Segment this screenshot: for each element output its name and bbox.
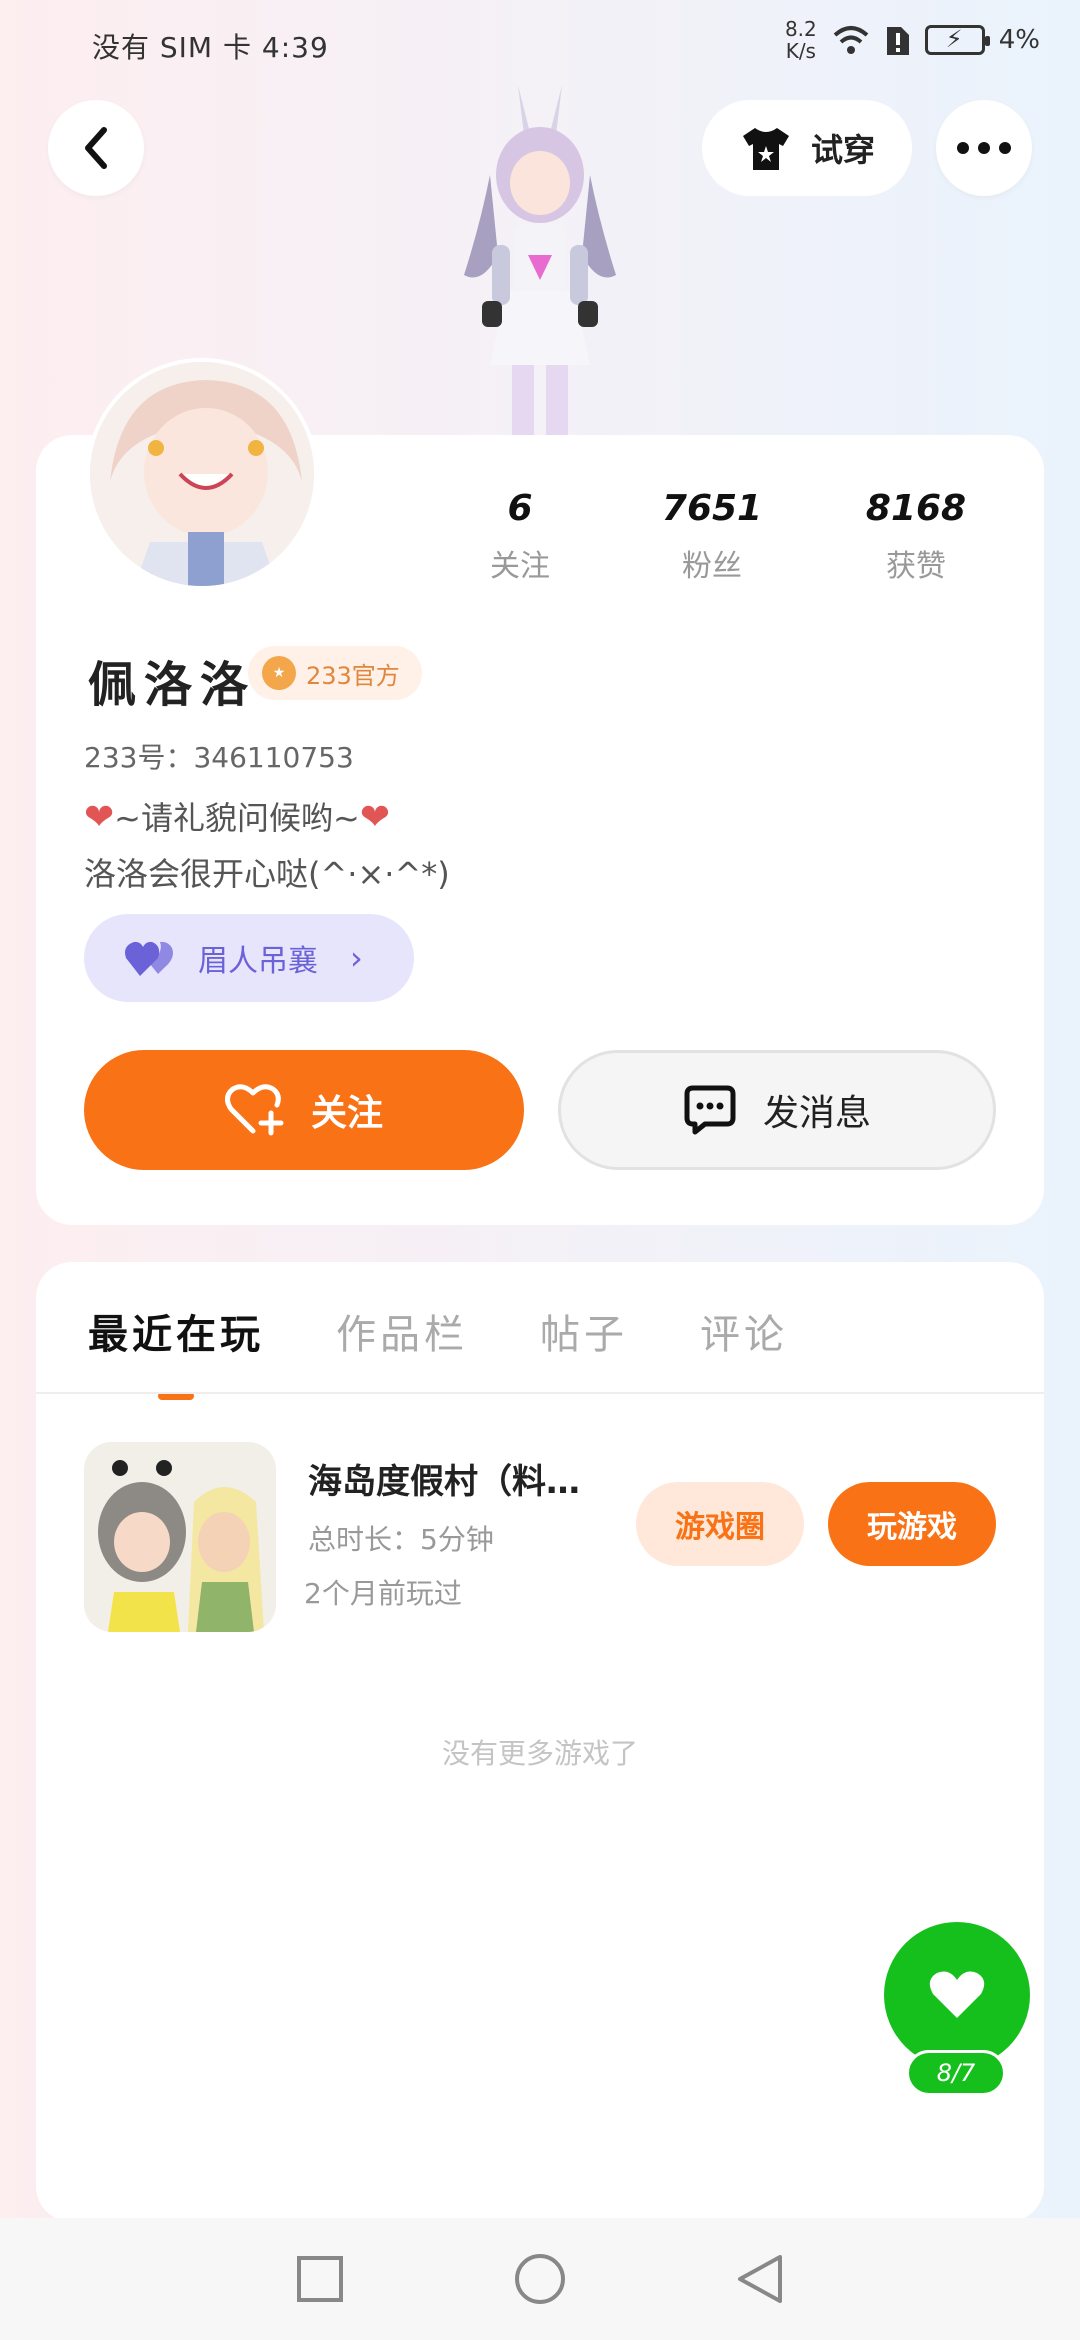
heart-emoji-icon: ❤ <box>84 797 115 838</box>
double-heart-icon <box>125 941 173 976</box>
tshirt-icon <box>742 128 789 170</box>
message-label: 发消息 <box>762 1093 871 1134</box>
heart-icon <box>929 1971 985 2018</box>
content-card: 最近在玩 作品栏 帖子 评论 海岛度假村（料… 总时长：5分钟 2个月前玩过 游… <box>36 1262 1044 2222</box>
avatar-image <box>90 362 314 586</box>
game-list-item[interactable]: 海岛度假村（料… 总时长：5分钟 2个月前玩过 游戏圈 玩游戏 <box>84 1442 1024 1632</box>
stat-fans-value: 7651 <box>661 488 763 529</box>
profile-tabs: 最近在玩 作品栏 帖子 评论 <box>88 1302 788 1400</box>
heart-emoji-icon: ❤ <box>359 797 390 838</box>
user-nickname: 佩洛洛 <box>88 657 257 713</box>
game-last-played: 2个月前玩过 <box>304 1577 462 1610</box>
heart-plus-icon <box>224 1084 284 1136</box>
stat-fans-label: 粉丝 <box>682 549 742 584</box>
like-fab-button[interactable] <box>884 1922 1030 2068</box>
message-button[interactable]: 发消息 <box>558 1050 996 1170</box>
tab-works[interactable]: 作品栏 <box>336 1302 468 1400</box>
bio-line-1-text: ~请礼貌问候哟~ <box>114 799 360 837</box>
game-circle-button[interactable]: 游戏圈 <box>636 1482 804 1566</box>
user-bio: ❤~请礼貌问候哟~❤ 洛洛会很开心哒(^·×·^*) <box>84 790 450 902</box>
try-on-label: 试穿 <box>810 131 875 169</box>
carrier-text: 没有 SIM 卡 <box>92 31 252 64</box>
back-triangle-icon[interactable] <box>736 2253 784 2305</box>
clock-text: 4:39 <box>261 31 329 64</box>
follow-button[interactable]: 关注 <box>84 1050 524 1170</box>
stat-following[interactable]: 6 关注 <box>430 488 610 585</box>
game-thumbnail-image <box>84 1442 276 1632</box>
wifi-icon <box>833 26 869 54</box>
user-id: 233号：346110753 <box>84 741 354 774</box>
stat-fans[interactable]: 7651 粉丝 <box>610 488 814 585</box>
stat-following-label: 关注 <box>490 549 550 584</box>
avatar-3d-figure[interactable] <box>420 75 660 435</box>
chat-bubble-icon <box>684 1085 736 1135</box>
more-button[interactable] <box>936 100 1032 196</box>
stat-likes-label: 获赞 <box>886 549 946 584</box>
official-badge: ★ 233官方 <box>248 646 422 700</box>
follow-label: 关注 <box>310 1093 383 1134</box>
status-indicators: 8.2 K/s ⚡ 4% <box>785 18 1040 62</box>
tab-recently-played[interactable]: 最近在玩 <box>88 1302 264 1400</box>
tab-comments[interactable]: 评论 <box>700 1302 788 1400</box>
official-badge-icon: ★ <box>262 656 296 690</box>
chevron-right-icon: › <box>350 939 363 977</box>
sim-alert-icon <box>886 27 909 55</box>
bio-line-1: ❤~请礼貌问候哟~❤ <box>84 790 450 846</box>
try-on-button[interactable]: 试穿 <box>702 100 912 196</box>
net-speed-unit: K/s <box>785 39 816 63</box>
stat-likes-value: 8168 <box>865 488 967 529</box>
game-thumbnail[interactable] <box>84 1442 276 1632</box>
profile-stats: 6 关注 7651 粉丝 8168 获赞 <box>430 488 1020 585</box>
stat-following-value: 6 <box>507 488 533 529</box>
recents-square-icon[interactable] <box>296 2255 344 2303</box>
play-game-button[interactable]: 玩游戏 <box>828 1482 996 1566</box>
companion-label: 眉人吊襄 <box>198 944 318 979</box>
user-avatar[interactable] <box>86 358 318 590</box>
stat-likes[interactable]: 8168 获赞 <box>814 488 1018 585</box>
net-speed: 8.2 K/s <box>785 18 817 62</box>
system-nav-bar <box>0 2218 1080 2340</box>
battery-icon: ⚡ <box>924 25 990 55</box>
official-badge-label: 233官方 <box>306 661 400 690</box>
game-total-time: 总时长：5分钟 <box>308 1523 494 1556</box>
like-count-badge: 8/7 <box>906 2050 1006 2096</box>
no-more-games-text: 没有更多游戏了 <box>441 1737 638 1770</box>
companion-button[interactable]: 眉人吊襄 › <box>84 914 414 1002</box>
tabs-divider <box>36 1392 1044 1394</box>
bio-line-2: 洛洛会很开心哒(^·×·^*) <box>84 855 450 893</box>
chevron-left-icon <box>85 127 107 169</box>
status-carrier-time: 没有 SIM 卡 4:39 <box>92 26 329 66</box>
tab-posts[interactable]: 帖子 <box>540 1302 628 1400</box>
game-title: 海岛度假村（料… <box>308 1462 580 1502</box>
home-circle-icon[interactable] <box>514 2253 566 2305</box>
battery-percent: 4% <box>998 25 1040 55</box>
more-dots-icon <box>957 142 1011 154</box>
back-button[interactable] <box>48 100 144 196</box>
net-speed-value: 8.2 <box>784 17 817 41</box>
